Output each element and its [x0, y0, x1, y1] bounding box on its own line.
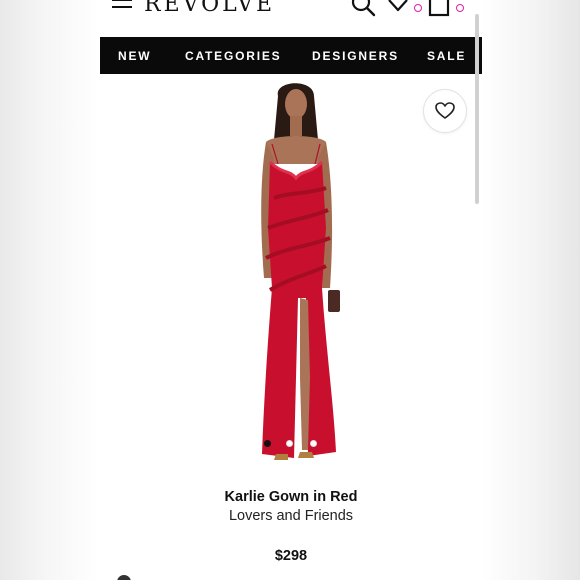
wishlist-badge — [414, 4, 422, 12]
add-to-wishlist-button[interactable] — [423, 89, 467, 133]
carousel-dot[interactable] — [264, 440, 271, 447]
top-header: REVOLVE — [100, 0, 482, 36]
scrollbar[interactable] — [475, 14, 479, 204]
bag-badge — [456, 4, 464, 12]
heart-icon[interactable] — [386, 0, 412, 18]
carousel-dot[interactable] — [310, 440, 317, 447]
nav-item-designers[interactable]: DESIGNERS — [312, 49, 399, 63]
bottom-partial-icon — [117, 575, 131, 580]
nav-item-categories[interactable]: CATEGORIES — [185, 49, 281, 63]
category-nav: NEW CATEGORIES DESIGNERS SALE — [100, 37, 482, 74]
product-brand[interactable]: Lovers and Friends — [100, 508, 482, 524]
nav-item-new[interactable]: NEW — [118, 49, 151, 63]
revolve-logo[interactable]: REVOLVE — [144, 0, 275, 17]
search-icon[interactable] — [350, 0, 376, 18]
heart-outline-icon — [435, 102, 455, 119]
image-carousel-indicator[interactable] — [260, 440, 320, 448]
product-name: Karlie Gown in Red — [224, 489, 358, 505]
nav-item-sale[interactable]: SALE — [427, 49, 466, 63]
carousel-dot[interactable] — [286, 440, 293, 447]
bag-icon[interactable] — [426, 0, 452, 18]
product-price: $298 — [274, 548, 308, 564]
mobile-page: REVOLVE NEW CATEGORIES DESIGNERS SALE Ka… — [100, 0, 482, 580]
product-photo[interactable] — [230, 78, 360, 482]
menu-icon[interactable] — [112, 0, 132, 15]
